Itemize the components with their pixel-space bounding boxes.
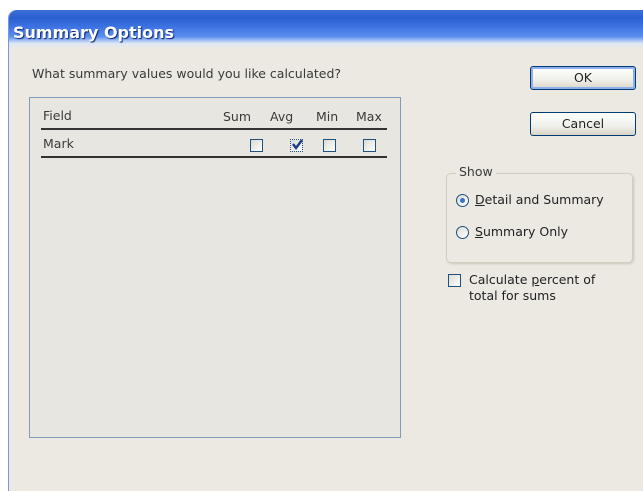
- row-field-name: Mark: [43, 136, 74, 151]
- grid-header: Field Sum Avg Min Max: [41, 108, 387, 130]
- show-group-legend: Show: [456, 164, 496, 179]
- summary-options-dialog: Summary Options What summary values woul…: [8, 10, 643, 491]
- ok-button[interactable]: OK: [530, 66, 636, 90]
- summary-only-label[interactable]: Summary Only: [475, 224, 568, 239]
- column-header-field: Field: [43, 108, 72, 123]
- column-header-min: Min: [316, 109, 339, 124]
- radio-selected-dot: [460, 198, 465, 203]
- detail-and-summary-radio[interactable]: [456, 194, 469, 207]
- title-bar[interactable]: Summary Options: [9, 10, 643, 48]
- detail-and-summary-label[interactable]: Detail and Summary: [475, 192, 604, 207]
- avg-checkbox[interactable]: [290, 139, 303, 152]
- sum-checkbox[interactable]: [250, 139, 263, 152]
- show-groupbox: Show Detail and Summary Summary Only: [446, 164, 633, 263]
- table-row: Mark: [41, 132, 387, 158]
- dialog-title: Summary Options: [13, 23, 175, 42]
- min-checkbox[interactable]: [323, 139, 336, 152]
- column-header-max: Max: [356, 109, 382, 124]
- prompt-text: What summary values would you like calcu…: [32, 66, 342, 81]
- summary-only-radio[interactable]: [456, 226, 469, 239]
- calculate-percent-label[interactable]: Calculate percent of total for sums: [469, 272, 595, 304]
- cancel-button[interactable]: Cancel: [530, 112, 636, 136]
- calculate-percent-checkbox[interactable]: [448, 274, 461, 287]
- summary-fields-grid: Field Sum Avg Min Max Mark: [29, 97, 401, 438]
- column-header-sum: Sum: [223, 109, 252, 124]
- max-checkbox[interactable]: [363, 139, 376, 152]
- checkmark-icon: [292, 139, 303, 150]
- column-header-avg: Avg: [270, 109, 294, 124]
